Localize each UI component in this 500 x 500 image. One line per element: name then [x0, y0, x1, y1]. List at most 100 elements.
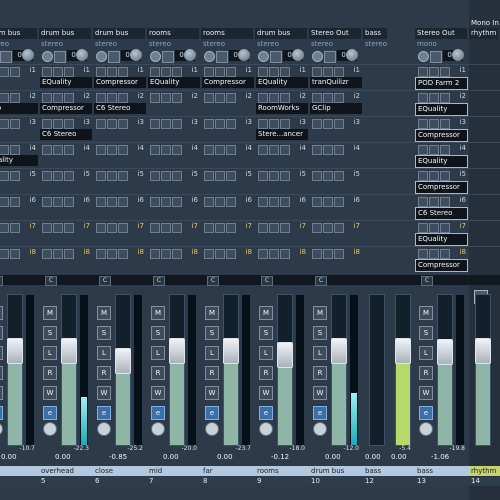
- insert-slot[interactable]: [363, 220, 389, 234]
- slot-toggle-icon[interactable]: [226, 223, 236, 233]
- plugin-name[interactable]: EQuality: [415, 103, 468, 116]
- slot-toggle-icon[interactable]: [42, 223, 52, 233]
- insert-slot[interactable]: [363, 168, 389, 182]
- slot-toggle-icon[interactable]: [323, 171, 333, 181]
- slot-toggle-icon[interactable]: [10, 223, 20, 233]
- insert-slot[interactable]: i6: [201, 194, 255, 208]
- fader-value[interactable]: 0.00: [55, 453, 71, 462]
- insert-slot[interactable]: i1: [415, 64, 469, 78]
- insert-slot[interactable]: [469, 220, 500, 234]
- eq-icon[interactable]: [97, 422, 111, 436]
- slot-toggle-icon[interactable]: [440, 119, 450, 129]
- slot-toggle-icon[interactable]: [429, 93, 439, 103]
- channel-l-button[interactable]: L: [419, 346, 433, 360]
- insert-plugin[interactable]: GClip: [309, 103, 363, 116]
- slot-toggle-icon[interactable]: [312, 249, 322, 259]
- insert-slot[interactable]: [469, 142, 500, 156]
- slot-toggle-icon[interactable]: [429, 223, 439, 233]
- channel-m-button[interactable]: M: [419, 306, 433, 320]
- slot-toggle-icon[interactable]: [204, 249, 214, 259]
- channel-m-button[interactable]: M: [205, 306, 219, 320]
- channel-s-button[interactable]: S: [419, 326, 433, 340]
- insert-plugin[interactable]: C6 Stereo: [415, 207, 469, 220]
- channel-output-routing[interactable]: drum bus: [0, 28, 37, 39]
- plugin-name[interactable]: Quality: [0, 155, 38, 166]
- insert-slot[interactable]: i3: [309, 116, 363, 130]
- slot-toggle-icon[interactable]: [226, 171, 236, 181]
- channel-l-button[interactable]: L: [0, 346, 3, 360]
- slot-toggle-icon[interactable]: [10, 67, 20, 77]
- slot-toggle-icon[interactable]: [269, 119, 279, 129]
- channel-l-button[interactable]: L: [313, 346, 327, 360]
- slot-toggle-icon[interactable]: [334, 223, 344, 233]
- fader-handle[interactable]: [223, 337, 239, 364]
- slot-toggle-icon[interactable]: [0, 145, 9, 155]
- insert-slot[interactable]: i3: [201, 116, 255, 130]
- edit-icon[interactable]: [0, 51, 12, 63]
- slot-toggle-icon[interactable]: [118, 171, 128, 181]
- slot-toggle-icon[interactable]: [334, 197, 344, 207]
- slot-toggle-icon[interactable]: [204, 119, 214, 129]
- slot-toggle-icon[interactable]: [96, 145, 106, 155]
- fader-value[interactable]: -0.85: [109, 453, 127, 462]
- insert-slot[interactable]: i2: [93, 90, 147, 104]
- insert-slot[interactable]: [469, 90, 500, 104]
- power-icon[interactable]: [150, 51, 161, 62]
- channel-w-button[interactable]: W: [151, 386, 165, 400]
- slot-toggle-icon[interactable]: [312, 67, 322, 77]
- insert-slot[interactable]: [469, 64, 500, 78]
- insert-slot[interactable]: i5: [93, 168, 147, 182]
- slot-toggle-icon[interactable]: [64, 249, 74, 259]
- insert-slot[interactable]: i1: [255, 64, 309, 78]
- slot-toggle-icon[interactable]: [161, 249, 171, 259]
- slot-toggle-icon[interactable]: [53, 171, 63, 181]
- slot-toggle-icon[interactable]: [64, 197, 74, 207]
- slot-toggle-icon[interactable]: [161, 93, 171, 103]
- insert-slot[interactable]: [389, 246, 415, 260]
- slot-toggle-icon[interactable]: [334, 67, 344, 77]
- slot-toggle-icon[interactable]: [334, 145, 344, 155]
- track-name[interactable]: close: [93, 466, 147, 476]
- slot-toggle-icon[interactable]: [64, 93, 74, 103]
- insert-plugin[interactable]: Compressor: [415, 181, 469, 194]
- slot-toggle-icon[interactable]: [150, 93, 160, 103]
- insert-slot[interactable]: i8: [147, 246, 201, 260]
- channel-link-button[interactable]: C: [315, 276, 327, 286]
- slot-toggle-icon[interactable]: [215, 93, 225, 103]
- slot-toggle-icon[interactable]: [42, 93, 52, 103]
- insert-slot[interactable]: i3: [255, 116, 309, 130]
- channel-s-button[interactable]: S: [313, 326, 327, 340]
- channel-r-button[interactable]: R: [97, 366, 111, 380]
- slot-toggle-icon[interactable]: [64, 119, 74, 129]
- insert-slot[interactable]: i5: [147, 168, 201, 182]
- slot-toggle-icon[interactable]: [118, 223, 128, 233]
- insert-plugin[interactable]: EQuality: [415, 155, 469, 168]
- channel-r-button[interactable]: R: [205, 366, 219, 380]
- insert-slot[interactable]: [469, 168, 500, 182]
- channel-e-button[interactable]: e: [0, 406, 3, 420]
- plugin-name[interactable]: Compressor: [94, 77, 146, 88]
- slot-toggle-icon[interactable]: [323, 223, 333, 233]
- slot-toggle-icon[interactable]: [64, 223, 74, 233]
- insert-plugin[interactable]: EQuality: [415, 103, 469, 116]
- slot-toggle-icon[interactable]: [0, 249, 9, 259]
- channel-m-button[interactable]: M: [97, 306, 111, 320]
- channel-output-routing[interactable]: bass: [363, 28, 387, 39]
- slot-toggle-icon[interactable]: [118, 67, 128, 77]
- slot-toggle-icon[interactable]: [53, 93, 63, 103]
- slot-toggle-icon[interactable]: [215, 249, 225, 259]
- insert-slot[interactable]: i8: [255, 246, 309, 260]
- plugin-name[interactable]: Compressor: [415, 259, 468, 272]
- insert-slot[interactable]: i7: [255, 220, 309, 234]
- slot-toggle-icon[interactable]: [269, 171, 279, 181]
- eq-icon[interactable]: [151, 422, 165, 436]
- channel-w-button[interactable]: W: [419, 386, 433, 400]
- power-icon[interactable]: [96, 51, 107, 62]
- slot-toggle-icon[interactable]: [226, 67, 236, 77]
- slot-toggle-icon[interactable]: [10, 145, 20, 155]
- slot-toggle-icon[interactable]: [10, 93, 20, 103]
- channel-e-button[interactable]: e: [259, 406, 273, 420]
- slot-toggle-icon[interactable]: [280, 197, 290, 207]
- fader-handle[interactable]: [169, 337, 185, 364]
- slot-toggle-icon[interactable]: [172, 93, 182, 103]
